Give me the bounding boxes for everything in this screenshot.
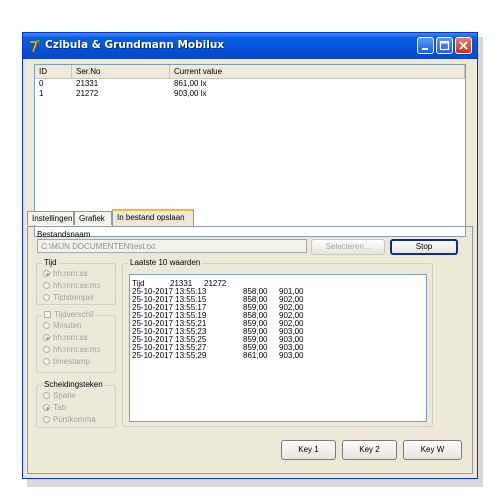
cell-current-value: 861,00 lx [174,79,207,88]
app-window: Czibula & Grundmann Mobilux ID Ser.No Cu… [22,32,478,479]
option-label: Tab [53,403,66,412]
tab-panel-in-bestand-opslaan: Bestandsnaam C:\MIJN DOCUMENTEN\test.txt… [27,226,473,474]
key-2-button[interactable]: Key 2 [342,440,397,460]
key-1-button[interactable]: Key 1 [281,440,336,460]
key-w-button[interactable]: Key W [403,440,462,460]
laatste-waarden-title: Laatste 10 waarden [128,258,203,267]
option-label: Tijdstempel [53,293,94,302]
radio-tab[interactable]: Tab [43,403,66,413]
log-textbox[interactable]: Tijd 21331 21272 25-10-2017 13:55:13 858,… [129,274,427,422]
radio-tijdstempel[interactable]: Tijdstempel [43,293,94,303]
radio-tijd-hhmmss[interactable]: hh:mm:ss [43,269,88,279]
tab-instellingen[interactable]: Instellingen [27,211,74,225]
scheidingsteken-group: Scheidingsteken Spatie Tab Puntkomma [36,380,116,428]
tab-in-bestand-opslaan[interactable]: In bestand opslaan [112,209,194,226]
cell-id: 1 [39,89,44,98]
radio-timestamp[interactable]: timestamp [43,357,90,367]
option-label: hh:mm:ss [53,269,88,278]
radio-button [43,282,50,289]
tijdverschil-label: Tijdverschil [54,310,94,319]
radio-spatie[interactable]: Spatie [43,391,76,401]
log-header-sensor-2: 21272 [204,279,227,288]
close-button[interactable] [455,37,472,54]
checkbox [44,311,51,318]
stop-button[interactable]: Stop [390,239,458,255]
title-bar[interactable]: Czibula & Grundmann Mobilux [23,33,477,59]
column-header-id[interactable]: ID [35,65,72,78]
list-row[interactable]: 1 21272 903,00 lx [35,89,465,99]
radio-verschil-hhmmss[interactable]: hh:mm:ss [43,333,88,343]
radio-button [43,416,50,423]
option-label: timestamp [53,357,90,366]
radio-minuten[interactable]: Minuten [43,321,81,331]
radio-button [43,322,50,329]
cell-serno: 21331 [76,79,99,88]
filename-label: Bestandsnaam [37,230,91,239]
radio-button [43,346,50,353]
scheidingsteken-group-title: Scheidingsteken [42,380,105,389]
option-label: hh:mm:ss:ms [53,281,101,290]
tijdverschil-group: Tijdverschil Minuten hh:mm:ss hh:mm:ss:m… [36,310,116,373]
minimize-button[interactable] [417,37,434,54]
radio-button [43,404,50,411]
option-label: hh:mm:ss:ms [53,345,101,354]
tab-grafiek[interactable]: Grafiek [74,211,112,225]
tijdverschil-checkbox[interactable]: Tijdverschil [42,310,96,319]
c-g-logo-icon [29,40,40,53]
radio-button [43,294,50,301]
log-value-1: 861,00 [243,351,268,360]
cell-current-value: 903,00 lx [174,89,207,98]
tijd-group: Tijd hh:mm:ss hh:mm:ss:ms Tijdstempel [36,258,116,305]
filename-field[interactable]: C:\MIJN DOCUMENTEN\test.txt [37,239,307,253]
maximize-button[interactable] [436,37,453,54]
log-time: 25-10-2017 13:55:29 [132,351,207,360]
close-icon [459,41,468,50]
minimize-icon [422,48,428,50]
option-label: Minuten [53,321,82,330]
tijd-group-title: Tijd [42,258,59,267]
option-label: Spatie [53,391,76,400]
maximize-icon [439,40,450,51]
cell-serno: 21272 [76,89,99,98]
column-header-current-value[interactable]: Current value [170,65,465,78]
log-value-2: 903,00 [279,351,304,360]
laatste-waarden-group: Laatste 10 waarden Tijd 21331 21272 25-1… [122,258,433,427]
window-title: Czibula & Grundmann Mobilux [45,39,225,51]
list-header: ID Ser.No Current value [35,65,465,79]
radio-button [43,358,50,365]
list-row[interactable]: 0 21331 861,00 lx [35,79,465,89]
radio-button [43,392,50,399]
radio-puntkomma[interactable]: Puntkomma [43,415,96,425]
column-header-serno[interactable]: Ser.No [72,65,170,78]
radio-button [43,334,50,341]
radio-verschil-hhmmssms[interactable]: hh:mm:ss:ms [43,345,101,355]
log-line: 25-10-2017 13:55:29 861,00 903,00 [132,352,422,360]
option-label: Puntkomma [53,415,96,424]
option-label: hh:mm:ss [53,333,88,342]
select-file-button[interactable]: Selecteren... [311,239,385,255]
radio-button [43,270,50,277]
radio-tijd-hhmmssms[interactable]: hh:mm:ss:ms [43,281,101,291]
cell-id: 0 [39,79,44,88]
